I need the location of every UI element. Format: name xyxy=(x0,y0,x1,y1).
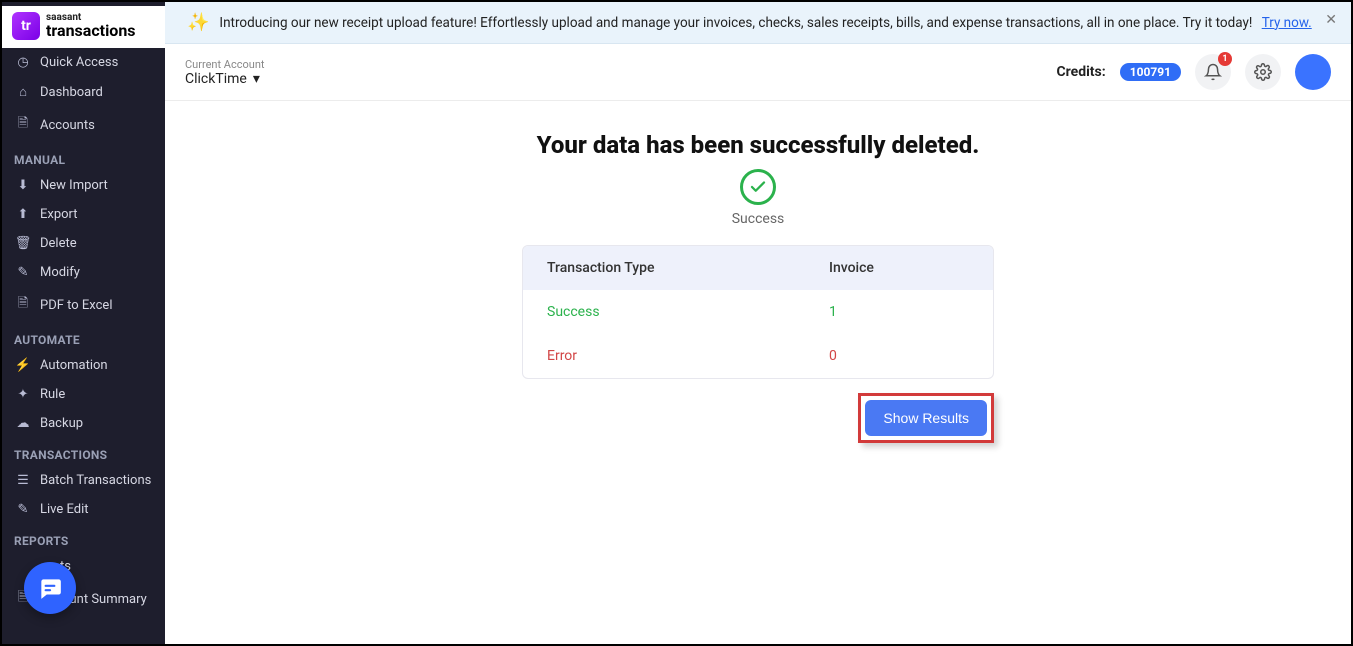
bell-icon xyxy=(1204,63,1222,81)
product-name: transactions xyxy=(46,23,136,39)
asterisk-icon: ✦ xyxy=(14,387,32,402)
success-headline: Your data has been successfully deleted. xyxy=(537,131,980,159)
sidebar-item-label: Backup xyxy=(40,416,83,431)
account-switcher[interactable]: ClickTime ▾ xyxy=(185,71,265,87)
notification-count: 1 xyxy=(1218,52,1232,66)
file-icon: 🗎 xyxy=(14,294,32,316)
error-count: 0 xyxy=(829,348,969,364)
pencil-icon: ✎ xyxy=(14,502,32,517)
main: ✨ Introducing our new receipt upload fea… xyxy=(165,2,1351,644)
result-row-error: Error 0 xyxy=(523,334,993,378)
content: Your data has been successfully deleted.… xyxy=(165,101,1351,644)
sidebar-section-manual: MANUAL xyxy=(2,143,165,171)
success-count: 1 xyxy=(829,304,969,320)
sidebar-item-label: Export xyxy=(40,207,78,222)
share-icon: ⚡ xyxy=(14,358,32,373)
result-table: Transaction Type Invoice Success 1 Error… xyxy=(522,245,994,379)
banner-try-now-link[interactable]: Try now. xyxy=(1262,15,1312,31)
sidebar-item-label: Live Edit xyxy=(40,502,89,517)
download-icon: ⬇ xyxy=(14,178,32,193)
sidebar-item-delete[interactable]: 🗑 Delete xyxy=(2,229,165,258)
success-label: Success xyxy=(547,304,829,320)
credits-badge[interactable]: 100791 xyxy=(1120,63,1181,81)
app-logo[interactable]: tr saasant transactions xyxy=(2,6,165,48)
highlight-box: Show Results xyxy=(858,393,994,443)
cloud-icon: ☁ xyxy=(14,416,32,431)
sidebar-item-accounts[interactable]: 🗎 Accounts xyxy=(2,107,165,143)
sidebar-section-automate: AUTOMATE xyxy=(2,323,165,351)
sidebar-item-label: Batch Transactions xyxy=(40,473,151,488)
sidebar-item-automation[interactable]: ⚡ Automation xyxy=(2,351,165,380)
edit-icon: ✎ xyxy=(14,265,32,280)
error-label: Error xyxy=(547,348,829,364)
sidebar-item-backup[interactable]: ☁ Backup xyxy=(2,409,165,438)
clock-icon: ◷ xyxy=(14,55,32,70)
banner-text: Introducing our new receipt upload featu… xyxy=(219,15,1311,31)
show-results-button[interactable]: Show Results xyxy=(865,400,987,436)
logo-icon: tr xyxy=(12,12,40,40)
notifications-button[interactable]: 1 xyxy=(1195,54,1231,90)
sparkle-icon: ✨ xyxy=(187,12,209,33)
result-row-success: Success 1 xyxy=(523,290,993,334)
promo-banner: ✨ Introducing our new receipt upload fea… xyxy=(165,2,1351,44)
gear-icon xyxy=(1254,63,1272,81)
sidebar-item-modify[interactable]: ✎ Modify xyxy=(2,258,165,287)
success-check-icon xyxy=(740,169,776,205)
list-icon: ☰ xyxy=(14,473,32,488)
sidebar-section-transactions: TRANSACTIONS xyxy=(2,438,165,466)
sidebar-item-dashboard[interactable]: ⌂ Dashboard xyxy=(2,77,165,107)
sidebar-item-label: Quick Access xyxy=(40,55,118,70)
banner-close-button[interactable]: ✕ xyxy=(1325,12,1337,28)
sidebar-item-live-edit[interactable]: ✎ Live Edit xyxy=(2,495,165,524)
success-sub: Success xyxy=(732,211,785,227)
sidebar-item-label: PDF to Excel xyxy=(40,298,112,313)
account-name: ClickTime xyxy=(185,71,247,87)
settings-button[interactable] xyxy=(1245,54,1281,90)
sidebar: tr saasant transactions ◷ Quick Access ⌂… xyxy=(2,2,165,644)
credits-label: Credits: xyxy=(1057,64,1106,80)
chevron-down-icon: ▾ xyxy=(253,71,260,87)
sidebar-item-label: Delete xyxy=(40,236,77,251)
home-icon: ⌂ xyxy=(14,84,32,100)
sidebar-item-export[interactable]: ⬆ Export xyxy=(2,200,165,229)
briefcase-icon: 🗎 xyxy=(14,114,32,136)
upload-icon: ⬆ xyxy=(14,207,32,222)
header-invoice: Invoice xyxy=(829,260,969,276)
sidebar-item-pdf-to-excel[interactable]: 🗎 PDF to Excel xyxy=(2,287,165,323)
sidebar-item-new-import[interactable]: ⬇ New Import xyxy=(2,171,165,200)
header-transaction-type: Transaction Type xyxy=(547,260,829,276)
chat-fab[interactable] xyxy=(24,562,76,614)
chat-icon xyxy=(37,575,63,601)
account-block: Current Account ClickTime ▾ xyxy=(185,58,265,87)
banner-message: Introducing our new receipt upload featu… xyxy=(219,15,1252,31)
trash-icon: 🗑 xyxy=(14,236,32,251)
sidebar-item-batch-transactions[interactable]: ☰ Batch Transactions xyxy=(2,466,165,495)
sidebar-section-reports: REPORTS xyxy=(2,524,165,552)
sidebar-item-label: New Import xyxy=(40,178,108,193)
sidebar-item-label: Rule xyxy=(40,387,65,402)
user-avatar[interactable] xyxy=(1295,54,1331,90)
sidebar-item-quick-access[interactable]: ◷ Quick Access xyxy=(2,48,165,77)
sidebar-item-rule[interactable]: ✦ Rule xyxy=(2,380,165,409)
sidebar-item-label: Accounts xyxy=(40,118,95,133)
sidebar-item-label: Modify xyxy=(40,265,80,280)
sidebar-item-label: Dashboard xyxy=(40,85,103,100)
sidebar-item-label: Automation xyxy=(40,358,108,373)
topbar: Current Account ClickTime ▾ Credits: 100… xyxy=(165,44,1351,101)
result-table-header: Transaction Type Invoice xyxy=(523,246,993,290)
current-account-label: Current Account xyxy=(185,58,265,71)
